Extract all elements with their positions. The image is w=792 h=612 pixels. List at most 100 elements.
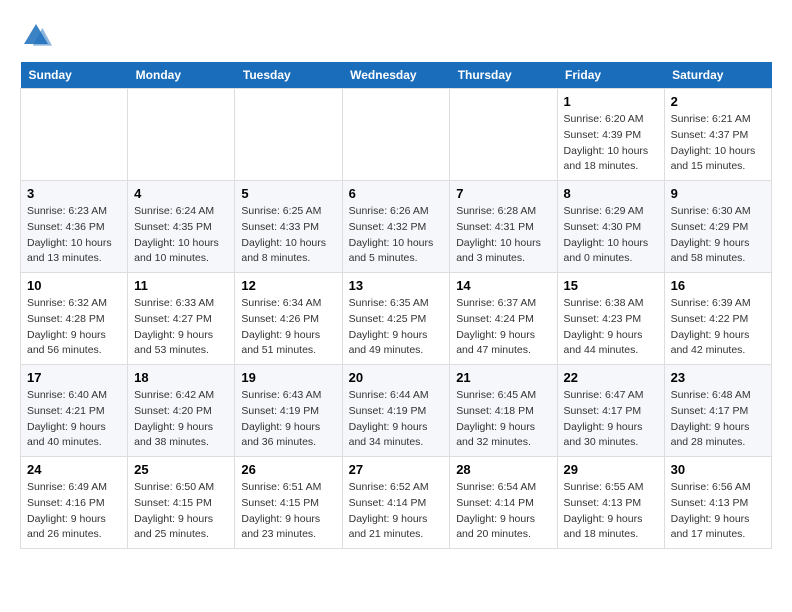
day-number: 27 <box>349 462 444 477</box>
calendar-cell <box>21 89 128 181</box>
calendar-cell: 29 Sunrise: 6:55 AM Sunset: 4:13 PM Dayli… <box>557 457 664 549</box>
day-info: Sunrise: 6:42 AM Sunset: 4:20 PM Dayligh… <box>134 388 228 451</box>
calendar-cell: 27Sunrise: 6:52 AM Sunset: 4:14 PM Dayli… <box>342 457 450 549</box>
day-info: Sunrise: 6:56 AM Sunset: 4:13 PM Dayligh… <box>671 480 765 543</box>
calendar-cell: 22 Sunrise: 6:47 AM Sunset: 4:17 PM Dayli… <box>557 365 664 457</box>
calendar-week-row: 24 Sunrise: 6:49 AM Sunset: 4:16 PM Dayli… <box>21 457 772 549</box>
day-number: 24 <box>27 462 121 477</box>
day-number: 3 <box>27 186 121 201</box>
day-info: Sunrise: 6:48 AM Sunset: 4:17 PM Dayligh… <box>671 388 765 451</box>
day-number: 5 <box>241 186 335 201</box>
day-info: Sunrise: 6:26 AM Sunset: 4:32 PM Dayligh… <box>349 204 444 267</box>
day-number: 6 <box>349 186 444 201</box>
day-info: Sunrise: 6:44 AM Sunset: 4:19 PM Dayligh… <box>349 388 444 451</box>
day-info: Sunrise: 6:51 AM Sunset: 4:15 PM Dayligh… <box>241 480 335 543</box>
calendar-cell: 17 Sunrise: 6:40 AM Sunset: 4:21 PM Dayli… <box>21 365 128 457</box>
day-info: Sunrise: 6:24 AM Sunset: 4:35 PM Dayligh… <box>134 204 228 267</box>
calendar-cell <box>450 89 557 181</box>
day-number: 21 <box>456 370 550 385</box>
day-info: Sunrise: 6:43 AM Sunset: 4:19 PM Dayligh… <box>241 388 335 451</box>
calendar-week-row: 17 Sunrise: 6:40 AM Sunset: 4:21 PM Dayli… <box>21 365 772 457</box>
day-info: Sunrise: 6:49 AM Sunset: 4:16 PM Dayligh… <box>27 480 121 543</box>
day-number: 28 <box>456 462 550 477</box>
day-info: Sunrise: 6:39 AM Sunset: 4:22 PM Dayligh… <box>671 296 765 359</box>
calendar-cell: 13 Sunrise: 6:35 AM Sunset: 4:25 PM Dayli… <box>342 273 450 365</box>
day-info: Sunrise: 6:33 AM Sunset: 4:27 PM Dayligh… <box>134 296 228 359</box>
day-info: Sunrise: 6:21 AM Sunset: 4:37 PM Dayligh… <box>671 112 765 175</box>
day-info: Sunrise: 6:20 AM Sunset: 4:39 PM Dayligh… <box>564 112 658 175</box>
day-number: 23 <box>671 370 765 385</box>
calendar-cell: 28 Sunrise: 6:54 AM Sunset: 4:14 PM Dayli… <box>450 457 557 549</box>
calendar-cell: 18 Sunrise: 6:42 AM Sunset: 4:20 PM Dayli… <box>128 365 235 457</box>
calendar-header-sunday: Sunday <box>21 62 128 89</box>
day-number: 19 <box>241 370 335 385</box>
day-number: 29 <box>564 462 658 477</box>
day-info: Sunrise: 6:34 AM Sunset: 4:26 PM Dayligh… <box>241 296 335 359</box>
calendar-cell: 16 Sunrise: 6:39 AM Sunset: 4:22 PM Dayli… <box>664 273 771 365</box>
day-info: Sunrise: 6:23 AM Sunset: 4:36 PM Dayligh… <box>27 204 121 267</box>
calendar-cell: 2 Sunrise: 6:21 AM Sunset: 4:37 PM Daylig… <box>664 89 771 181</box>
day-info: Sunrise: 6:40 AM Sunset: 4:21 PM Dayligh… <box>27 388 121 451</box>
calendar-header-tuesday: Tuesday <box>235 62 342 89</box>
calendar-week-row: 10 Sunrise: 6:32 AM Sunset: 4:28 PM Dayli… <box>21 273 772 365</box>
day-info: Sunrise: 6:50 AM Sunset: 4:15 PM Dayligh… <box>134 480 228 543</box>
calendar-cell: 12 Sunrise: 6:34 AM Sunset: 4:26 PM Dayli… <box>235 273 342 365</box>
calendar-cell <box>342 89 450 181</box>
calendar-cell: 11 Sunrise: 6:33 AM Sunset: 4:27 PM Dayli… <box>128 273 235 365</box>
day-info: Sunrise: 6:54 AM Sunset: 4:14 PM Dayligh… <box>456 480 550 543</box>
calendar-cell: 5 Sunrise: 6:25 AM Sunset: 4:33 PM Daylig… <box>235 181 342 273</box>
day-info: Sunrise: 6:35 AM Sunset: 4:25 PM Dayligh… <box>349 296 444 359</box>
day-number: 2 <box>671 94 765 109</box>
calendar-cell: 21 Sunrise: 6:45 AM Sunset: 4:18 PM Dayli… <box>450 365 557 457</box>
calendar-cell: 10 Sunrise: 6:32 AM Sunset: 4:28 PM Dayli… <box>21 273 128 365</box>
day-info: Sunrise: 6:30 AM Sunset: 4:29 PM Dayligh… <box>671 204 765 267</box>
calendar-cell: 23 Sunrise: 6:48 AM Sunset: 4:17 PM Dayli… <box>664 365 771 457</box>
day-number: 15 <box>564 278 658 293</box>
calendar-cell <box>235 89 342 181</box>
day-info: Sunrise: 6:37 AM Sunset: 4:24 PM Dayligh… <box>456 296 550 359</box>
day-number: 22 <box>564 370 658 385</box>
calendar-table: SundayMondayTuesdayWednesdayThursdayFrid… <box>20 62 772 549</box>
calendar-header-monday: Monday <box>128 62 235 89</box>
calendar-cell: 14Sunrise: 6:37 AM Sunset: 4:24 PM Dayli… <box>450 273 557 365</box>
calendar-week-row: 1 Sunrise: 6:20 AM Sunset: 4:39 PM Daylig… <box>21 89 772 181</box>
calendar-cell: 30 Sunrise: 6:56 AM Sunset: 4:13 PM Dayli… <box>664 457 771 549</box>
calendar-cell <box>128 89 235 181</box>
calendar-cell: 20 Sunrise: 6:44 AM Sunset: 4:19 PM Dayli… <box>342 365 450 457</box>
calendar-cell: 3 Sunrise: 6:23 AM Sunset: 4:36 PM Daylig… <box>21 181 128 273</box>
day-number: 11 <box>134 278 228 293</box>
calendar-week-row: 3 Sunrise: 6:23 AM Sunset: 4:36 PM Daylig… <box>21 181 772 273</box>
day-number: 4 <box>134 186 228 201</box>
day-info: Sunrise: 6:45 AM Sunset: 4:18 PM Dayligh… <box>456 388 550 451</box>
day-info: Sunrise: 6:47 AM Sunset: 4:17 PM Dayligh… <box>564 388 658 451</box>
day-number: 12 <box>241 278 335 293</box>
day-number: 20 <box>349 370 444 385</box>
day-number: 13 <box>349 278 444 293</box>
calendar-cell: 24 Sunrise: 6:49 AM Sunset: 4:16 PM Dayli… <box>21 457 128 549</box>
calendar-cell: 1 Sunrise: 6:20 AM Sunset: 4:39 PM Daylig… <box>557 89 664 181</box>
day-number: 16 <box>671 278 765 293</box>
day-number: 30 <box>671 462 765 477</box>
day-number: 8 <box>564 186 658 201</box>
day-number: 9 <box>671 186 765 201</box>
calendar-header-friday: Friday <box>557 62 664 89</box>
calendar-cell: 25 Sunrise: 6:50 AM Sunset: 4:15 PM Dayli… <box>128 457 235 549</box>
day-number: 18 <box>134 370 228 385</box>
day-number: 25 <box>134 462 228 477</box>
day-info: Sunrise: 6:28 AM Sunset: 4:31 PM Dayligh… <box>456 204 550 267</box>
calendar-cell: 4 Sunrise: 6:24 AM Sunset: 4:35 PM Daylig… <box>128 181 235 273</box>
day-number: 17 <box>27 370 121 385</box>
calendar-cell: 6 Sunrise: 6:26 AM Sunset: 4:32 PM Daylig… <box>342 181 450 273</box>
day-info: Sunrise: 6:32 AM Sunset: 4:28 PM Dayligh… <box>27 296 121 359</box>
day-info: Sunrise: 6:55 AM Sunset: 4:13 PM Dayligh… <box>564 480 658 543</box>
day-info: Sunrise: 6:25 AM Sunset: 4:33 PM Dayligh… <box>241 204 335 267</box>
calendar-cell: 7Sunrise: 6:28 AM Sunset: 4:31 PM Daylig… <box>450 181 557 273</box>
day-number: 26 <box>241 462 335 477</box>
calendar-cell: 15Sunrise: 6:38 AM Sunset: 4:23 PM Dayli… <box>557 273 664 365</box>
calendar-header-row: SundayMondayTuesdayWednesdayThursdayFrid… <box>21 62 772 89</box>
calendar-header-wednesday: Wednesday <box>342 62 450 89</box>
day-number: 1 <box>564 94 658 109</box>
logo-icon <box>20 20 52 52</box>
day-number: 10 <box>27 278 121 293</box>
calendar-cell: 9 Sunrise: 6:30 AM Sunset: 4:29 PM Daylig… <box>664 181 771 273</box>
